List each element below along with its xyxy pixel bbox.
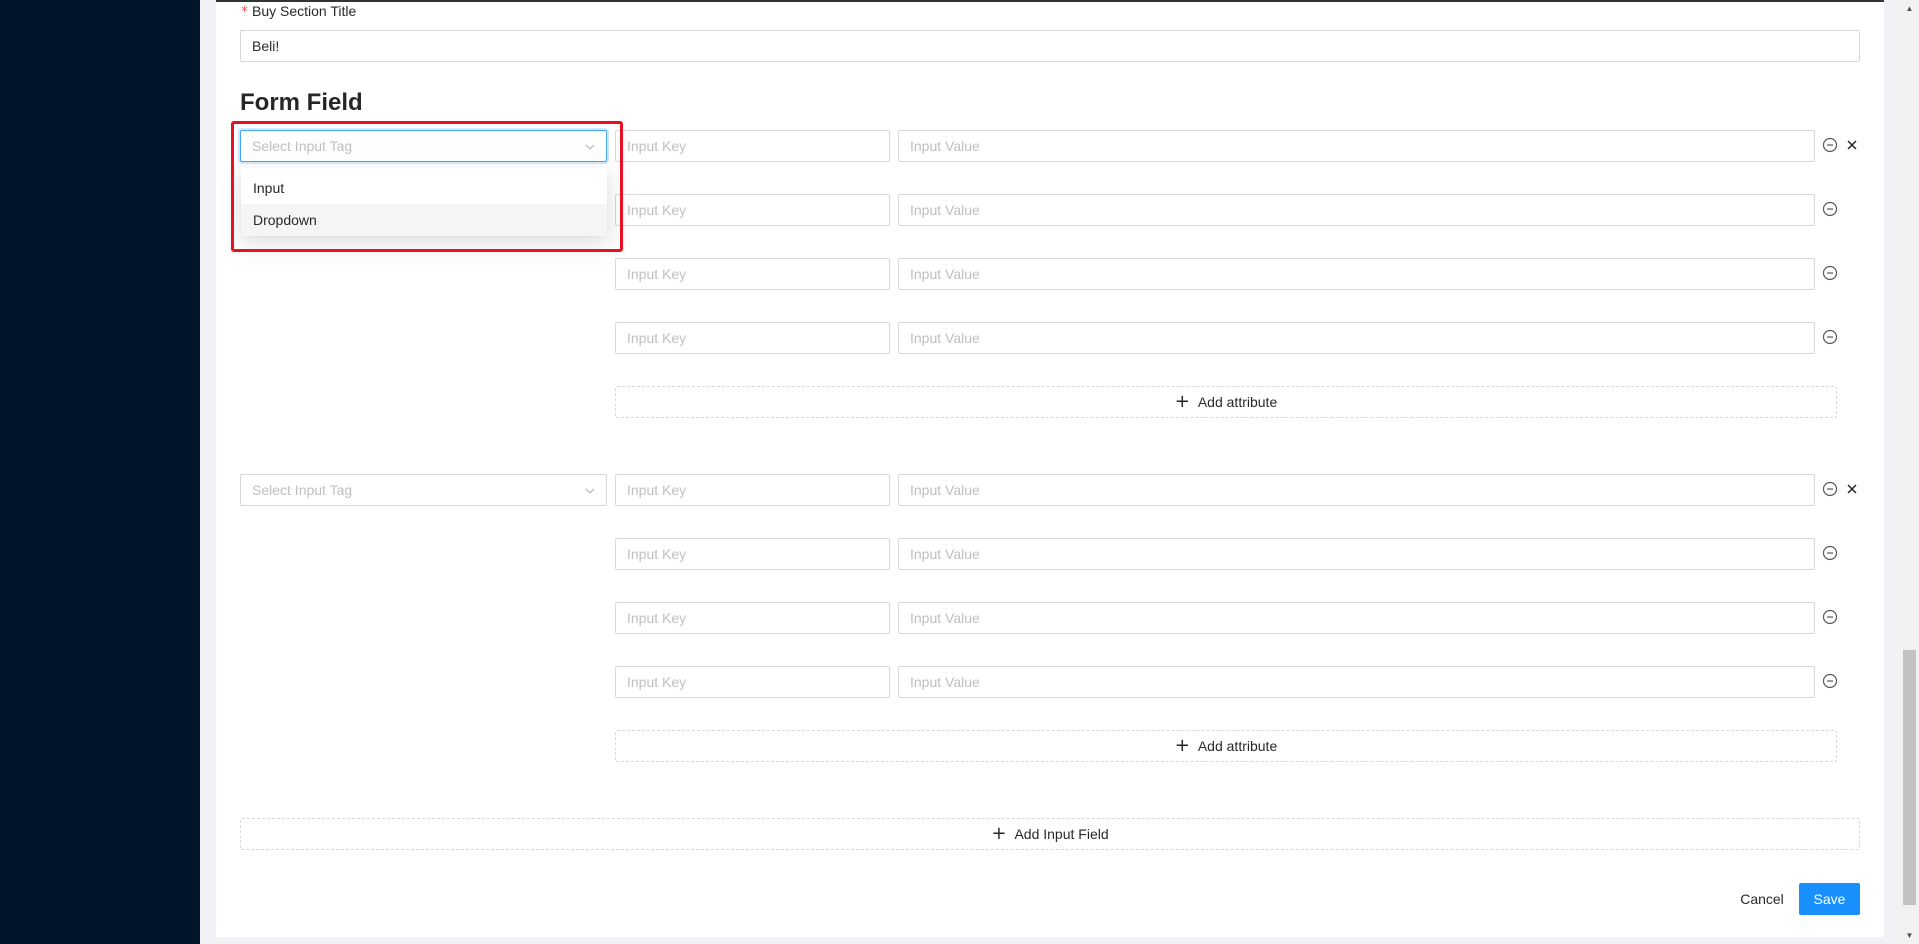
add-input-field-label: Add Input Field [1014,826,1109,842]
window-top-border [0,0,1919,2]
add-attribute-label: Add attribute [1197,738,1278,754]
content-bottom-gutter [200,937,1900,944]
input-tag-dropdown-menu: Input Dropdown [241,168,607,236]
attribute-value-input[interactable]: Input Value [898,474,1815,506]
attribute-key-input[interactable]: Input Key [615,474,890,506]
minus-circle-icon[interactable] [1822,137,1838,153]
input-tag-select-2[interactable]: Select Input Tag [240,474,607,506]
attribute-key-input[interactable]: Input Key [615,666,890,698]
add-attribute-button[interactable]: + Add attribute [615,386,1837,418]
minus-circle-icon[interactable] [1822,609,1838,625]
attribute-value-input[interactable]: Input Value [898,666,1815,698]
content-left-gutter [200,0,216,944]
attribute-key-input[interactable]: Input Key [615,258,890,290]
input-tag-select-placeholder: Select Input Tag [252,482,353,498]
dropdown-option-dropdown[interactable]: Dropdown [241,204,607,236]
minus-circle-icon[interactable] [1822,265,1838,281]
plus-icon: + [991,823,1007,844]
buy-section-title-label: * Buy Section Title [241,3,356,20]
scroll-down-arrow-icon[interactable]: ▼ [1900,927,1919,944]
close-icon[interactable] [1844,481,1860,497]
attribute-value-input[interactable]: Input Value [898,538,1815,570]
attribute-key-input[interactable]: Input Key [615,130,890,162]
minus-circle-icon[interactable] [1822,673,1838,689]
add-input-field-button[interactable]: + Add Input Field [240,818,1860,850]
chevron-down-icon [585,488,595,494]
add-attribute-label: Add attribute [1197,394,1278,410]
input-tag-select-placeholder: Select Input Tag [252,138,353,154]
minus-circle-icon[interactable] [1822,201,1838,217]
close-icon[interactable] [1844,137,1860,153]
attribute-value-input[interactable]: Input Value [898,130,1815,162]
form-field-heading: Form Field [240,89,363,116]
attribute-value-input[interactable]: Input Value [898,194,1815,226]
buy-section-title-label-text: Buy Section Title [252,3,357,19]
attribute-value-input[interactable]: Input Value [898,602,1815,634]
buy-section-title-input[interactable]: Beli! [240,30,1860,62]
scroll-up-arrow-icon[interactable]: ▲ [1900,0,1919,17]
attribute-value-input[interactable]: Input Value [898,258,1815,290]
minus-circle-icon[interactable] [1822,545,1838,561]
input-tag-select-1[interactable]: Select Input Tag [240,130,607,162]
chevron-down-icon [585,144,595,150]
plus-icon: + [1174,391,1190,412]
attribute-key-input[interactable]: Input Key [615,602,890,634]
sidebar [0,0,200,944]
attribute-key-input[interactable]: Input Key [615,322,890,354]
save-button[interactable]: Save [1799,883,1860,915]
add-attribute-button[interactable]: + Add attribute [615,730,1837,762]
attribute-key-input[interactable]: Input Key [615,194,890,226]
content-right-gutter [1884,0,1900,944]
minus-circle-icon[interactable] [1822,329,1838,345]
page-scrollbar[interactable]: ▲ ▼ [1900,0,1919,944]
required-mark: * [241,4,248,20]
attribute-value-input[interactable]: Input Value [898,322,1815,354]
scrollbar-thumb[interactable] [1903,650,1916,905]
attribute-key-input[interactable]: Input Key [615,538,890,570]
cancel-button[interactable]: Cancel [1731,883,1793,915]
dropdown-option-input[interactable]: Input [241,172,607,204]
minus-circle-icon[interactable] [1822,481,1838,497]
plus-icon: + [1174,735,1190,756]
